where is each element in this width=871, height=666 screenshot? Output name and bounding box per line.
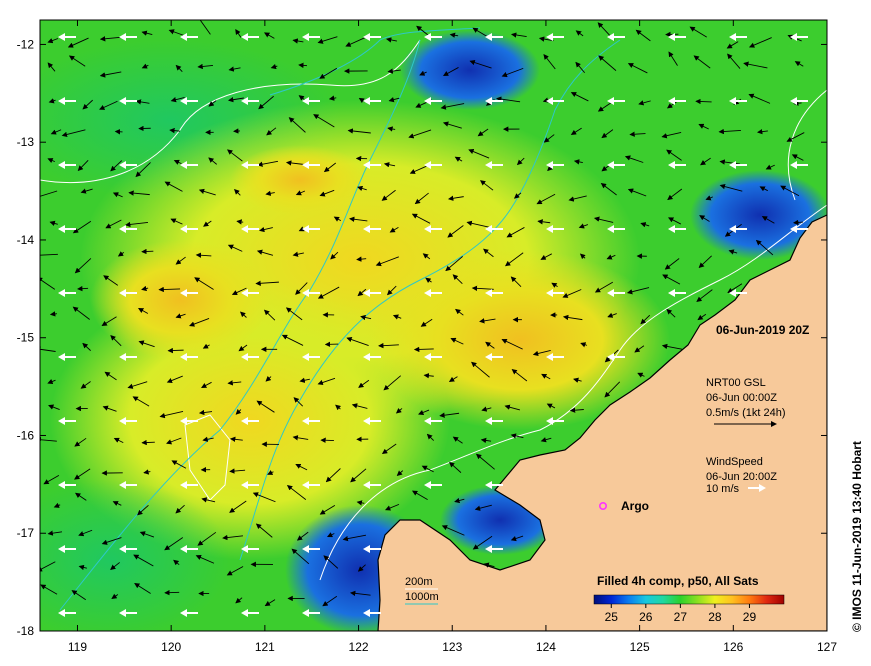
lat-tick-label: -15	[17, 331, 35, 345]
lon-tick-label: 121	[255, 640, 275, 654]
date-label: 06-Jun-2019 20Z	[716, 323, 809, 337]
current-arrow	[141, 248, 154, 255]
lon-tick-label: 127	[817, 640, 837, 654]
wind-legend-time: 06-Jun 20:00Z	[706, 471, 777, 483]
lon-tick-label: 125	[630, 640, 650, 654]
colorbar-tick-label: 28	[708, 610, 722, 624]
lat-tick-label: -12	[17, 37, 35, 51]
colorbar-tick-label: 25	[605, 610, 619, 624]
current-arrow	[164, 589, 180, 596]
current-arrow	[413, 346, 434, 353]
sst-map: 119 120 121 122 123 124 125 126 127 -12 -13 -14 -15…	[17, 19, 864, 654]
isobath-legend-200: 200m	[405, 576, 433, 588]
colorbar-tick-label: 27	[674, 610, 688, 624]
current-legend-scale: 0.5m/s (1kt 24h)	[706, 407, 785, 419]
lon-tick-label: 124	[536, 640, 556, 654]
lon-tick-label: 126	[723, 640, 743, 654]
wind-legend-title: WindSpeed	[706, 456, 763, 468]
current-legend-title: NRT00 GSL	[706, 377, 766, 389]
lat-tick-label: -18	[17, 624, 35, 638]
lat-tick-label: -14	[17, 233, 35, 247]
colorbar-strip	[593, 594, 785, 605]
lon-tick-label: 119	[68, 640, 87, 654]
lon-tick-label: 120	[161, 640, 181, 654]
current-arrow	[167, 347, 184, 354]
colorbar-tick-label: 26	[639, 610, 653, 624]
argo-label: Argo	[621, 499, 649, 513]
wind-legend-scale: 10 m/s	[706, 483, 740, 495]
lon-tick-label: 123	[442, 640, 462, 654]
current-legend-time: 06-Jun 00:00Z	[706, 392, 777, 404]
lat-tick-label: -17	[17, 526, 35, 540]
lon-tick-label: 122	[349, 640, 369, 654]
lat-tick-label: -13	[17, 135, 35, 149]
lat-tick-label: -16	[17, 428, 35, 442]
credit-label: © IMOS 11-Jun-2019 13:40 Hobart	[850, 441, 864, 632]
colorbar-title: Filled 4h comp, p50, All Sats	[597, 574, 759, 588]
isobath-legend-1000: 1000m	[405, 591, 439, 603]
colorbar-tick-label: 29	[743, 610, 757, 624]
current-arrow	[141, 439, 155, 446]
